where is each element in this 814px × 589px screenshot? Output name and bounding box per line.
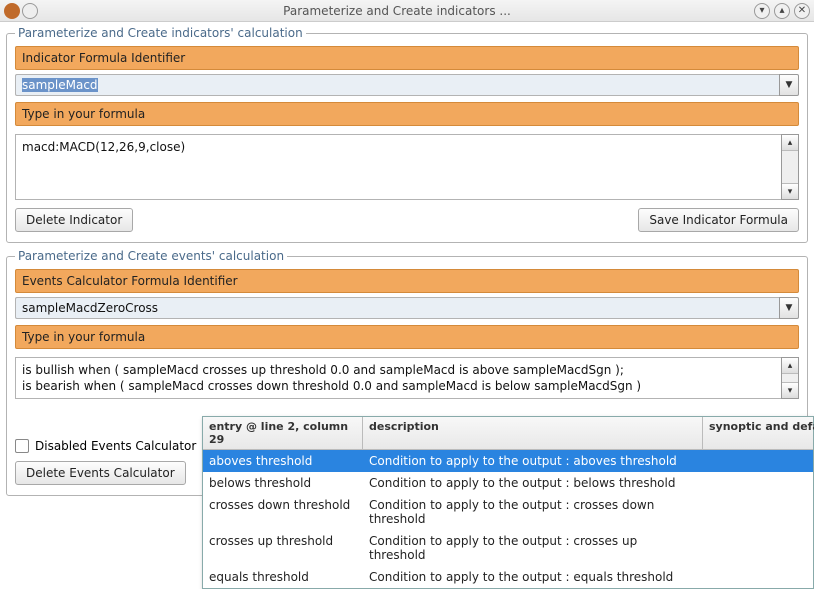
- indicator-identifier-value[interactable]: sampleMacd: [15, 74, 779, 96]
- autocomplete-popup: entry @ line 2, column 29 description sy…: [202, 416, 814, 589]
- autocomplete-desc: Condition to apply to the output : cross…: [363, 497, 703, 527]
- titlebar: Parameterize and Create indicators ... ▾…: [0, 0, 814, 22]
- autocomplete-header: entry @ line 2, column 29 description sy…: [203, 417, 813, 450]
- scroll-down-icon[interactable]: ▾: [782, 382, 798, 398]
- autocomplete-synoptic: [703, 453, 814, 469]
- minimize-button[interactable]: ▾: [754, 3, 770, 19]
- autocomplete-desc: Condition to apply to the output : cross…: [363, 533, 703, 563]
- indicator-type-label: Type in your formula: [15, 102, 799, 126]
- save-indicator-button[interactable]: Save Indicator Formula: [638, 208, 799, 232]
- autocomplete-desc: Condition to apply to the output : below…: [363, 475, 703, 491]
- scroll-up-icon[interactable]: ▴: [782, 135, 798, 151]
- disabled-events-label: Disabled Events Calculator: [35, 439, 196, 453]
- autocomplete-desc: Condition to apply to the output : equal…: [363, 569, 703, 585]
- scroll-track[interactable]: [782, 374, 798, 382]
- autocomplete-synoptic: [703, 497, 814, 527]
- indicator-formula-textarea[interactable]: macd:MACD(12,26,9,close): [15, 134, 781, 200]
- delete-events-calculator-button[interactable]: Delete Events Calculator: [15, 461, 186, 485]
- chevron-down-icon[interactable]: ▼: [779, 74, 799, 96]
- autocomplete-entry: equals threshold: [203, 569, 363, 585]
- events-formula-textarea[interactable]: is bullish when ( sampleMacd crosses up …: [15, 357, 781, 399]
- events-type-label: Type in your formula: [15, 325, 799, 349]
- scroll-track[interactable]: [782, 151, 798, 183]
- autocomplete-entry: aboves threshold: [203, 453, 363, 469]
- events-formula-wrap: is bullish when ( sampleMacd crosses up …: [15, 357, 799, 399]
- autocomplete-entry: crosses up threshold: [203, 533, 363, 563]
- autocomplete-synoptic: [703, 569, 814, 585]
- events-identifier-label: Events Calculator Formula Identifier: [15, 269, 799, 293]
- indicators-legend: Parameterize and Create indicators' calc…: [15, 26, 306, 40]
- chevron-down-icon[interactable]: ▼: [779, 297, 799, 319]
- events-identifier-combo[interactable]: sampleMacdZeroCross ▼: [15, 297, 799, 319]
- disabled-events-checkbox[interactable]: [15, 439, 29, 453]
- close-button[interactable]: ✕: [794, 3, 810, 19]
- circle-icon: [22, 3, 38, 19]
- autocomplete-row[interactable]: belows thresholdCondition to apply to th…: [203, 472, 813, 494]
- autocomplete-synoptic: [703, 533, 814, 563]
- autocomplete-row[interactable]: equals thresholdCondition to apply to th…: [203, 566, 813, 588]
- column-description[interactable]: description: [363, 417, 703, 449]
- scroll-up-icon[interactable]: ▴: [782, 358, 798, 374]
- delete-indicator-button[interactable]: Delete Indicator: [15, 208, 133, 232]
- indicator-button-row: Delete Indicator Save Indicator Formula: [15, 208, 799, 232]
- autocomplete-row[interactable]: crosses up thresholdCondition to apply t…: [203, 530, 813, 566]
- indicator-formula-wrap: macd:MACD(12,26,9,close) ▴ ▾: [15, 134, 799, 200]
- indicators-group: Parameterize and Create indicators' calc…: [6, 26, 808, 243]
- scrollbar[interactable]: ▴ ▾: [781, 134, 799, 200]
- autocomplete-entry: crosses down threshold: [203, 497, 363, 527]
- indicator-identifier-combo[interactable]: sampleMacd ▼: [15, 74, 799, 96]
- events-identifier-value[interactable]: sampleMacdZeroCross: [15, 297, 779, 319]
- autocomplete-row[interactable]: crosses down thresholdCondition to apply…: [203, 494, 813, 530]
- app-icon: [4, 3, 20, 19]
- scroll-down-icon[interactable]: ▾: [782, 183, 798, 199]
- indicator-identifier-label: Indicator Formula Identifier: [15, 46, 799, 70]
- column-synoptic[interactable]: synoptic and defaul: [703, 417, 814, 449]
- scrollbar[interactable]: ▴ ▾: [781, 357, 799, 399]
- autocomplete-synoptic: [703, 475, 814, 491]
- autocomplete-row[interactable]: aboves thresholdCondition to apply to th…: [203, 450, 813, 472]
- events-left-col: Disabled Events Calculator Delete Events…: [15, 407, 196, 485]
- maximize-button[interactable]: ▴: [774, 3, 790, 19]
- window-title: Parameterize and Create indicators ...: [44, 4, 750, 18]
- column-entry[interactable]: entry @ line 2, column 29: [203, 417, 363, 449]
- events-legend: Parameterize and Create events' calculat…: [15, 249, 287, 263]
- autocomplete-desc: Condition to apply to the output : above…: [363, 453, 703, 469]
- autocomplete-body: aboves thresholdCondition to apply to th…: [203, 450, 813, 588]
- disabled-events-row: Disabled Events Calculator: [15, 439, 196, 453]
- autocomplete-entry: belows threshold: [203, 475, 363, 491]
